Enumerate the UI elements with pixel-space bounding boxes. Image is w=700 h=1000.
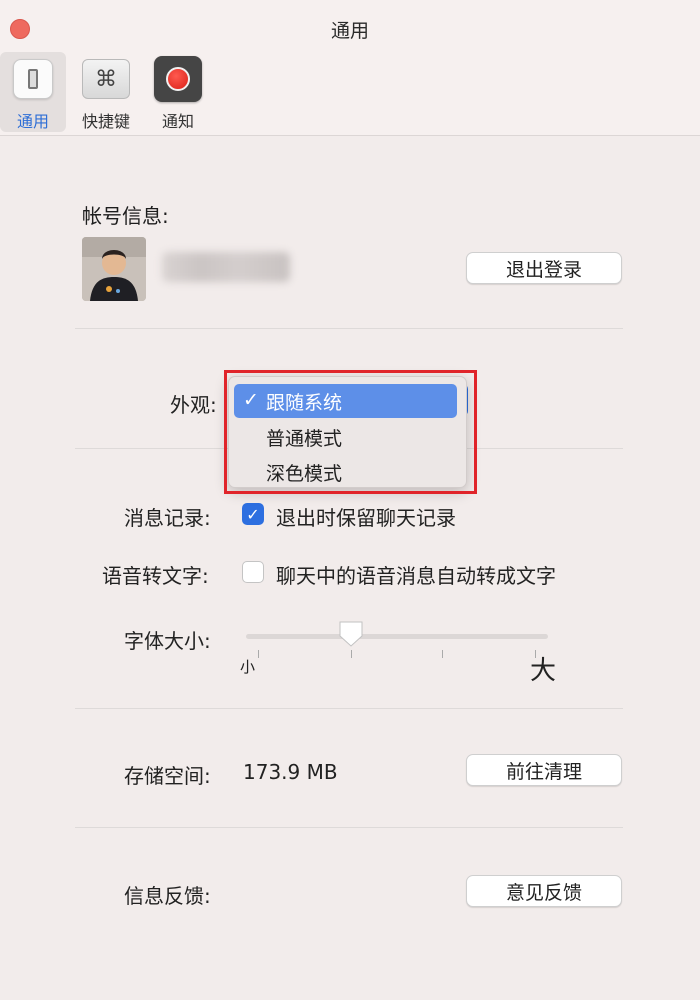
keep-history-label: 退出时保留聊天记录	[276, 506, 456, 530]
logout-button[interactable]: 退出登录	[466, 252, 622, 284]
tab-shortcuts[interactable]: ⌘ 快捷键	[73, 52, 139, 132]
appearance-label: 外观:	[170, 393, 217, 417]
font-size-min-label: 小	[240, 658, 256, 676]
clean-storage-button[interactable]: 前往清理	[466, 754, 622, 786]
tab-notifications-label: 通知	[161, 112, 194, 131]
slider-tick	[258, 650, 259, 658]
tab-general-label: 通用	[16, 112, 49, 131]
keep-history-checkbox[interactable]: ✓	[242, 503, 264, 525]
voice-to-text-checkbox[interactable]	[242, 561, 264, 583]
font-size-slider[interactable]	[246, 634, 548, 639]
slider-tick	[442, 650, 443, 658]
divider	[75, 708, 623, 709]
tab-general[interactable]: 通用	[0, 52, 66, 132]
storage-value: 173.9 MB	[243, 760, 338, 784]
storage-label: 存储空间:	[124, 764, 211, 788]
account-section-title: 帐号信息:	[82, 204, 169, 228]
divider	[75, 827, 623, 828]
account-name-blurred	[162, 252, 290, 282]
tab-notifications[interactable]: 通知	[145, 52, 211, 132]
font-size-max-label: 大	[530, 656, 557, 686]
slider-tick	[351, 650, 352, 658]
font-size-slider-thumb[interactable]	[338, 620, 364, 648]
annotation-highlight-box	[224, 370, 477, 494]
avatar	[82, 237, 146, 301]
divider	[75, 328, 623, 329]
tab-shortcuts-label: 快捷键	[81, 112, 130, 131]
toolbar: 通用 通用 ⌘ 快捷键 通知	[0, 0, 700, 136]
messages-label: 消息记录:	[124, 506, 211, 530]
window-title: 通用	[330, 20, 369, 42]
voice-label: 语音转文字:	[102, 564, 209, 588]
notification-record-icon	[154, 56, 202, 102]
general-switch-icon	[13, 59, 53, 99]
feedback-label: 信息反馈:	[124, 884, 211, 908]
command-key-icon: ⌘	[82, 59, 130, 99]
feedback-button[interactable]: 意见反馈	[466, 875, 622, 907]
font-size-label: 字体大小:	[124, 629, 211, 653]
voice-to-text-label: 聊天中的语音消息自动转成文字	[276, 564, 556, 588]
